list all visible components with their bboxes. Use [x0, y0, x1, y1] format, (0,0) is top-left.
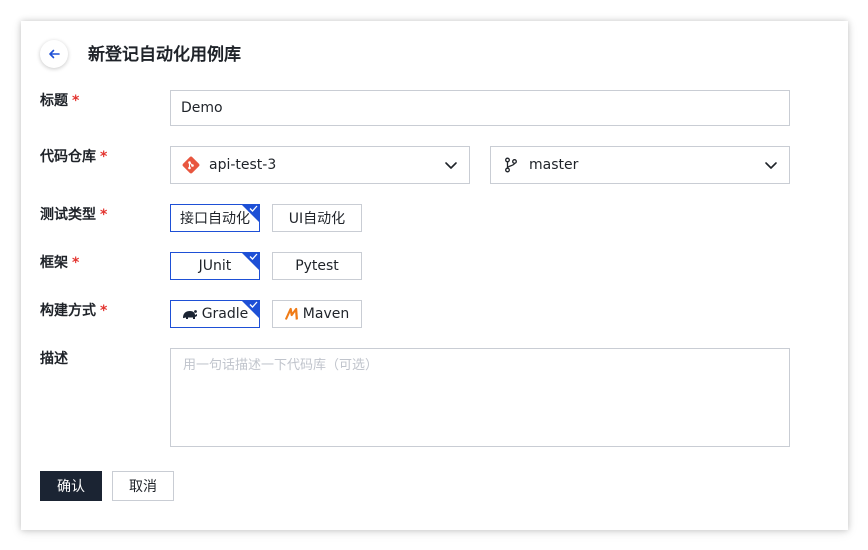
maven-icon [284, 307, 299, 321]
description-label-text: 描述 [40, 351, 68, 367]
build-label-text: 构建方式 [40, 303, 96, 319]
repo-label-text: 代码仓库 [40, 149, 96, 165]
required-mark: * [100, 149, 108, 165]
option-label: 接口自动化 [180, 211, 250, 227]
required-mark: * [72, 93, 80, 109]
title-label-text: 标题 [40, 93, 68, 109]
option-label: Maven [302, 306, 350, 322]
repo-field-label: 代码仓库 * [40, 147, 107, 167]
branch-select[interactable]: master [490, 146, 790, 184]
title-field-label: 标题 * [40, 91, 79, 111]
check-icon [249, 301, 258, 308]
test-type-option-api[interactable]: 接口自动化 [170, 204, 260, 232]
back-button[interactable] [40, 40, 68, 68]
page-title: 新登记自动化用例库 [88, 45, 241, 65]
confirm-button[interactable]: 确认 [40, 471, 102, 501]
test-type-option-ui[interactable]: UI自动化 [272, 204, 362, 232]
repo-select-value: api-test-3 [209, 157, 277, 173]
description-textarea[interactable]: 用一句话描述一下代码库（可选） [170, 348, 790, 447]
arrow-left-icon [49, 49, 60, 59]
build-option-maven[interactable]: Maven [272, 300, 362, 328]
description-placeholder: 用一句话描述一下代码库（可选） [183, 358, 379, 373]
title-input[interactable]: Demo [170, 90, 790, 126]
build-option-gradle[interactable]: Gradle [170, 300, 260, 328]
cancel-button[interactable]: 取消 [112, 471, 174, 501]
description-field-label: 描述 [40, 349, 68, 369]
required-mark: * [72, 255, 80, 271]
check-icon [249, 253, 258, 260]
required-mark: * [100, 207, 108, 223]
check-icon [249, 205, 258, 212]
chevron-down-icon [765, 162, 777, 169]
option-label: Pytest [295, 258, 339, 274]
test-type-field-label: 测试类型 * [40, 205, 107, 225]
build-field-label: 构建方式 * [40, 301, 107, 321]
framework-field-label: 框架 * [40, 253, 79, 273]
form-card: 新登记自动化用例库 标题 * Demo 代码仓库 * api-test-3 ma… [21, 21, 848, 530]
framework-label-text: 框架 [40, 255, 68, 271]
repo-select[interactable]: api-test-3 [170, 146, 470, 184]
git-icon [181, 155, 201, 175]
title-input-value: Demo [181, 100, 223, 116]
chevron-down-icon [445, 162, 457, 169]
framework-option-junit[interactable]: JUnit [170, 252, 260, 280]
framework-option-pytest[interactable]: Pytest [272, 252, 362, 280]
option-label: JUnit [198, 258, 232, 274]
test-type-label-text: 测试类型 [40, 207, 96, 223]
required-mark: * [100, 303, 108, 319]
gradle-icon [182, 308, 198, 320]
option-label: UI自动化 [288, 211, 346, 227]
branch-icon [501, 155, 521, 175]
branch-select-value: master [529, 157, 579, 173]
